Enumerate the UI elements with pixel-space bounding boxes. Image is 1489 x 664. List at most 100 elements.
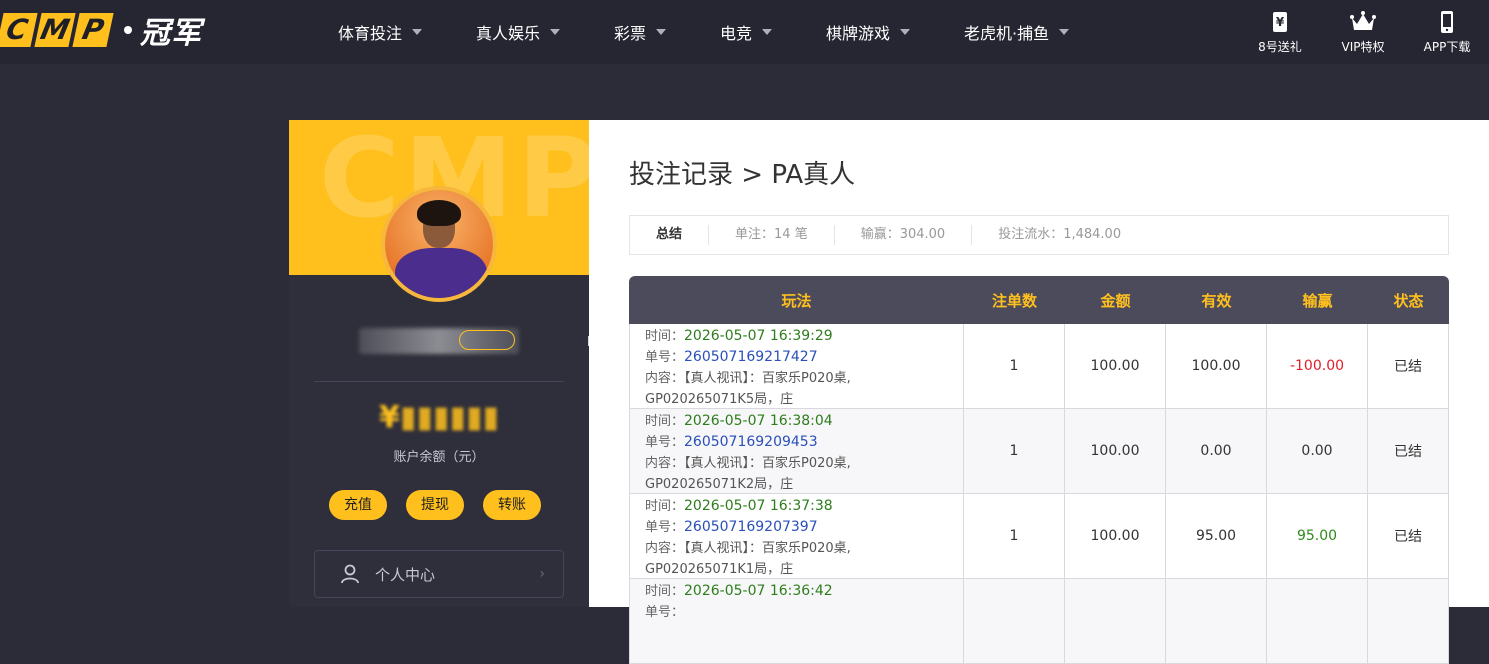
nav-lottery[interactable]: 彩票 <box>614 20 667 44</box>
nav-label: 彩票 <box>614 24 647 43</box>
column-header-bet-count: 注单数 <box>991 291 1037 310</box>
content-label: 内容： <box>645 456 685 471</box>
bet-count-cell <box>964 579 1065 663</box>
chevron-down-icon <box>900 29 911 35</box>
amount-cell: 100.00 <box>1065 409 1166 493</box>
summary-turnover: 投注流水：1,484.00 <box>998 227 1122 242</box>
column-header-game: 玩法 <box>781 291 812 310</box>
transfer-button[interactable]: 转账 <box>483 490 541 520</box>
time-label: 时间： <box>645 414 685 429</box>
order-label: 单号： <box>645 520 685 535</box>
content-label: 内容： <box>645 541 685 556</box>
status-cell: 已结 <box>1368 409 1449 493</box>
sidebar-item-label: 个人中心 <box>375 565 436 584</box>
bet-detail-cell: 时间：2026-05-07 16:39:29 单号：26050716921742… <box>629 324 964 408</box>
time-label: 时间： <box>645 499 685 514</box>
valid-cell: 0.00 <box>1166 409 1267 493</box>
logo-letters: C M P <box>0 13 114 47</box>
summary-bar: 总结 单注：14 笔 输赢：304.00 投注流水：1,484.00 <box>629 215 1449 255</box>
quick-link-app[interactable]: APP下载 <box>1412 10 1482 55</box>
bet-content-line2: GP020265071K5局，庄 <box>645 392 794 407</box>
svg-text:¥: ¥ <box>1276 15 1285 29</box>
avatar-figure-hair <box>417 200 461 226</box>
user-icon <box>341 564 359 584</box>
status-cell <box>1368 579 1449 663</box>
table-row: 时间：2026-05-07 16:39:29 单号：26050716921742… <box>629 324 1449 409</box>
account-balance: ¥▮▮▮▮▮▮ <box>289 400 589 435</box>
order-label: 单号： <box>645 605 685 620</box>
quick-link-vip[interactable]: VIP特权 <box>1328 10 1398 55</box>
quick-link-gift[interactable]: ¥ 8号送礼 <box>1245 10 1315 55</box>
quick-link-label: APP下载 <box>1423 40 1471 54</box>
win-loss-cell <box>1267 579 1368 663</box>
bet-content: 【真人视讯】：百家乐P020桌, <box>684 371 851 386</box>
deposit-button[interactable]: 充值 <box>329 490 387 520</box>
chevron-down-icon <box>762 29 773 35</box>
vip-level-badge <box>459 330 515 350</box>
balance-redacted-digits: ▮▮▮▮▮▮ <box>399 400 499 435</box>
column-header-amount: 金额 <box>1100 291 1131 310</box>
column-header-win-loss: 输赢 <box>1302 291 1333 310</box>
time-label: 时间： <box>645 329 685 344</box>
time-label: 时间： <box>645 584 685 599</box>
nav-label: 电竞 <box>720 24 753 43</box>
bet-count-cell: 1 <box>964 324 1065 408</box>
sidebar-divider <box>314 381 564 382</box>
status-cell: 已结 <box>1368 324 1449 408</box>
order-number-link[interactable]: 260507169217427 <box>684 349 818 365</box>
bet-time: 2026-05-07 16:36:42 <box>684 583 833 599</box>
column-header-valid: 有效 <box>1201 291 1232 310</box>
logo-letter-c: C <box>0 13 38 47</box>
chevron-right-icon: › <box>539 566 545 582</box>
table-row: 时间：2026-05-07 16:38:04 单号：26050716920945… <box>629 409 1449 494</box>
bet-records-table: 玩法 注单数 金额 有效 输赢 状态 时间：2026-05-07 16:39:2… <box>629 276 1449 664</box>
nav-board-games[interactable]: 棋牌游戏 <box>826 20 911 44</box>
table-row: 时间：2026-05-07 16:37:38 单号：26050716920739… <box>629 494 1449 579</box>
withdraw-button[interactable]: 提现 <box>406 490 464 520</box>
valid-cell: 95.00 <box>1166 494 1267 578</box>
sidebar-item-personal-center[interactable]: 个人中心 › <box>314 550 564 598</box>
balance-label: 账户余额（元） <box>393 450 485 465</box>
valid-cell: 100.00 <box>1166 324 1267 408</box>
bet-time: 2026-05-07 16:39:29 <box>684 328 833 344</box>
amount-cell <box>1065 579 1166 663</box>
amount-cell: 100.00 <box>1065 324 1166 408</box>
amount-cell: 100.00 <box>1065 494 1166 578</box>
bet-content-line2: GP020265071K1局，庄 <box>645 562 794 577</box>
content-label: 内容： <box>645 371 685 386</box>
summary-win-loss: 输赢：304.00 <box>835 225 973 245</box>
bet-time: 2026-05-07 16:38:04 <box>684 413 833 429</box>
quick-link-label: 8号送礼 <box>1258 40 1302 54</box>
nav-sports[interactable]: 体育投注 <box>338 20 423 44</box>
logo-letter-p: P <box>72 13 114 47</box>
bet-content: 【真人视讯】：百家乐P020桌, <box>684 541 851 556</box>
bet-detail-cell: 时间：2026-05-07 16:37:38 单号：26050716920739… <box>629 494 964 578</box>
bet-count-cell: 1 <box>964 494 1065 578</box>
order-number-link[interactable]: 260507169209453 <box>684 434 818 450</box>
balance-value: ¥ <box>379 400 400 435</box>
chevron-down-icon <box>656 29 667 35</box>
order-number-link[interactable]: 260507169207397 <box>684 519 818 535</box>
nav-label: 棋牌游戏 <box>826 24 891 43</box>
win-loss-cell: -100.00 <box>1267 324 1368 408</box>
column-header-status: 状态 <box>1393 291 1424 310</box>
site-logo[interactable]: C M P 冠军 <box>0 10 202 51</box>
chevron-down-icon <box>550 29 561 35</box>
status-cell: 已结 <box>1368 494 1449 578</box>
nav-label: 体育投注 <box>338 24 403 43</box>
win-loss-cell: 95.00 <box>1267 494 1368 578</box>
table-header: 玩法 注单数 金额 有效 输赢 状态 <box>629 276 1449 324</box>
bet-time: 2026-05-07 16:37:38 <box>684 498 833 514</box>
avatar-figure-body <box>395 248 487 298</box>
chevron-down-icon <box>1059 29 1070 35</box>
nav-slots-fishing[interactable]: 老虎机·捕鱼 <box>964 20 1070 44</box>
bet-content: 【真人视讯】：百家乐P020桌, <box>684 456 851 471</box>
nav-live-casino[interactable]: 真人娱乐 <box>476 20 561 44</box>
phone-icon <box>1441 11 1453 33</box>
bet-detail-cell: 时间：2026-05-07 16:36:42 单号： <box>629 579 964 663</box>
summary-bet-count: 单注：14 笔 <box>709 225 835 245</box>
logo-brand-name: 冠军 <box>140 16 202 51</box>
avatar[interactable] <box>381 186 497 302</box>
nav-esports[interactable]: 电竞 <box>720 20 773 44</box>
order-label: 单号： <box>645 350 685 365</box>
